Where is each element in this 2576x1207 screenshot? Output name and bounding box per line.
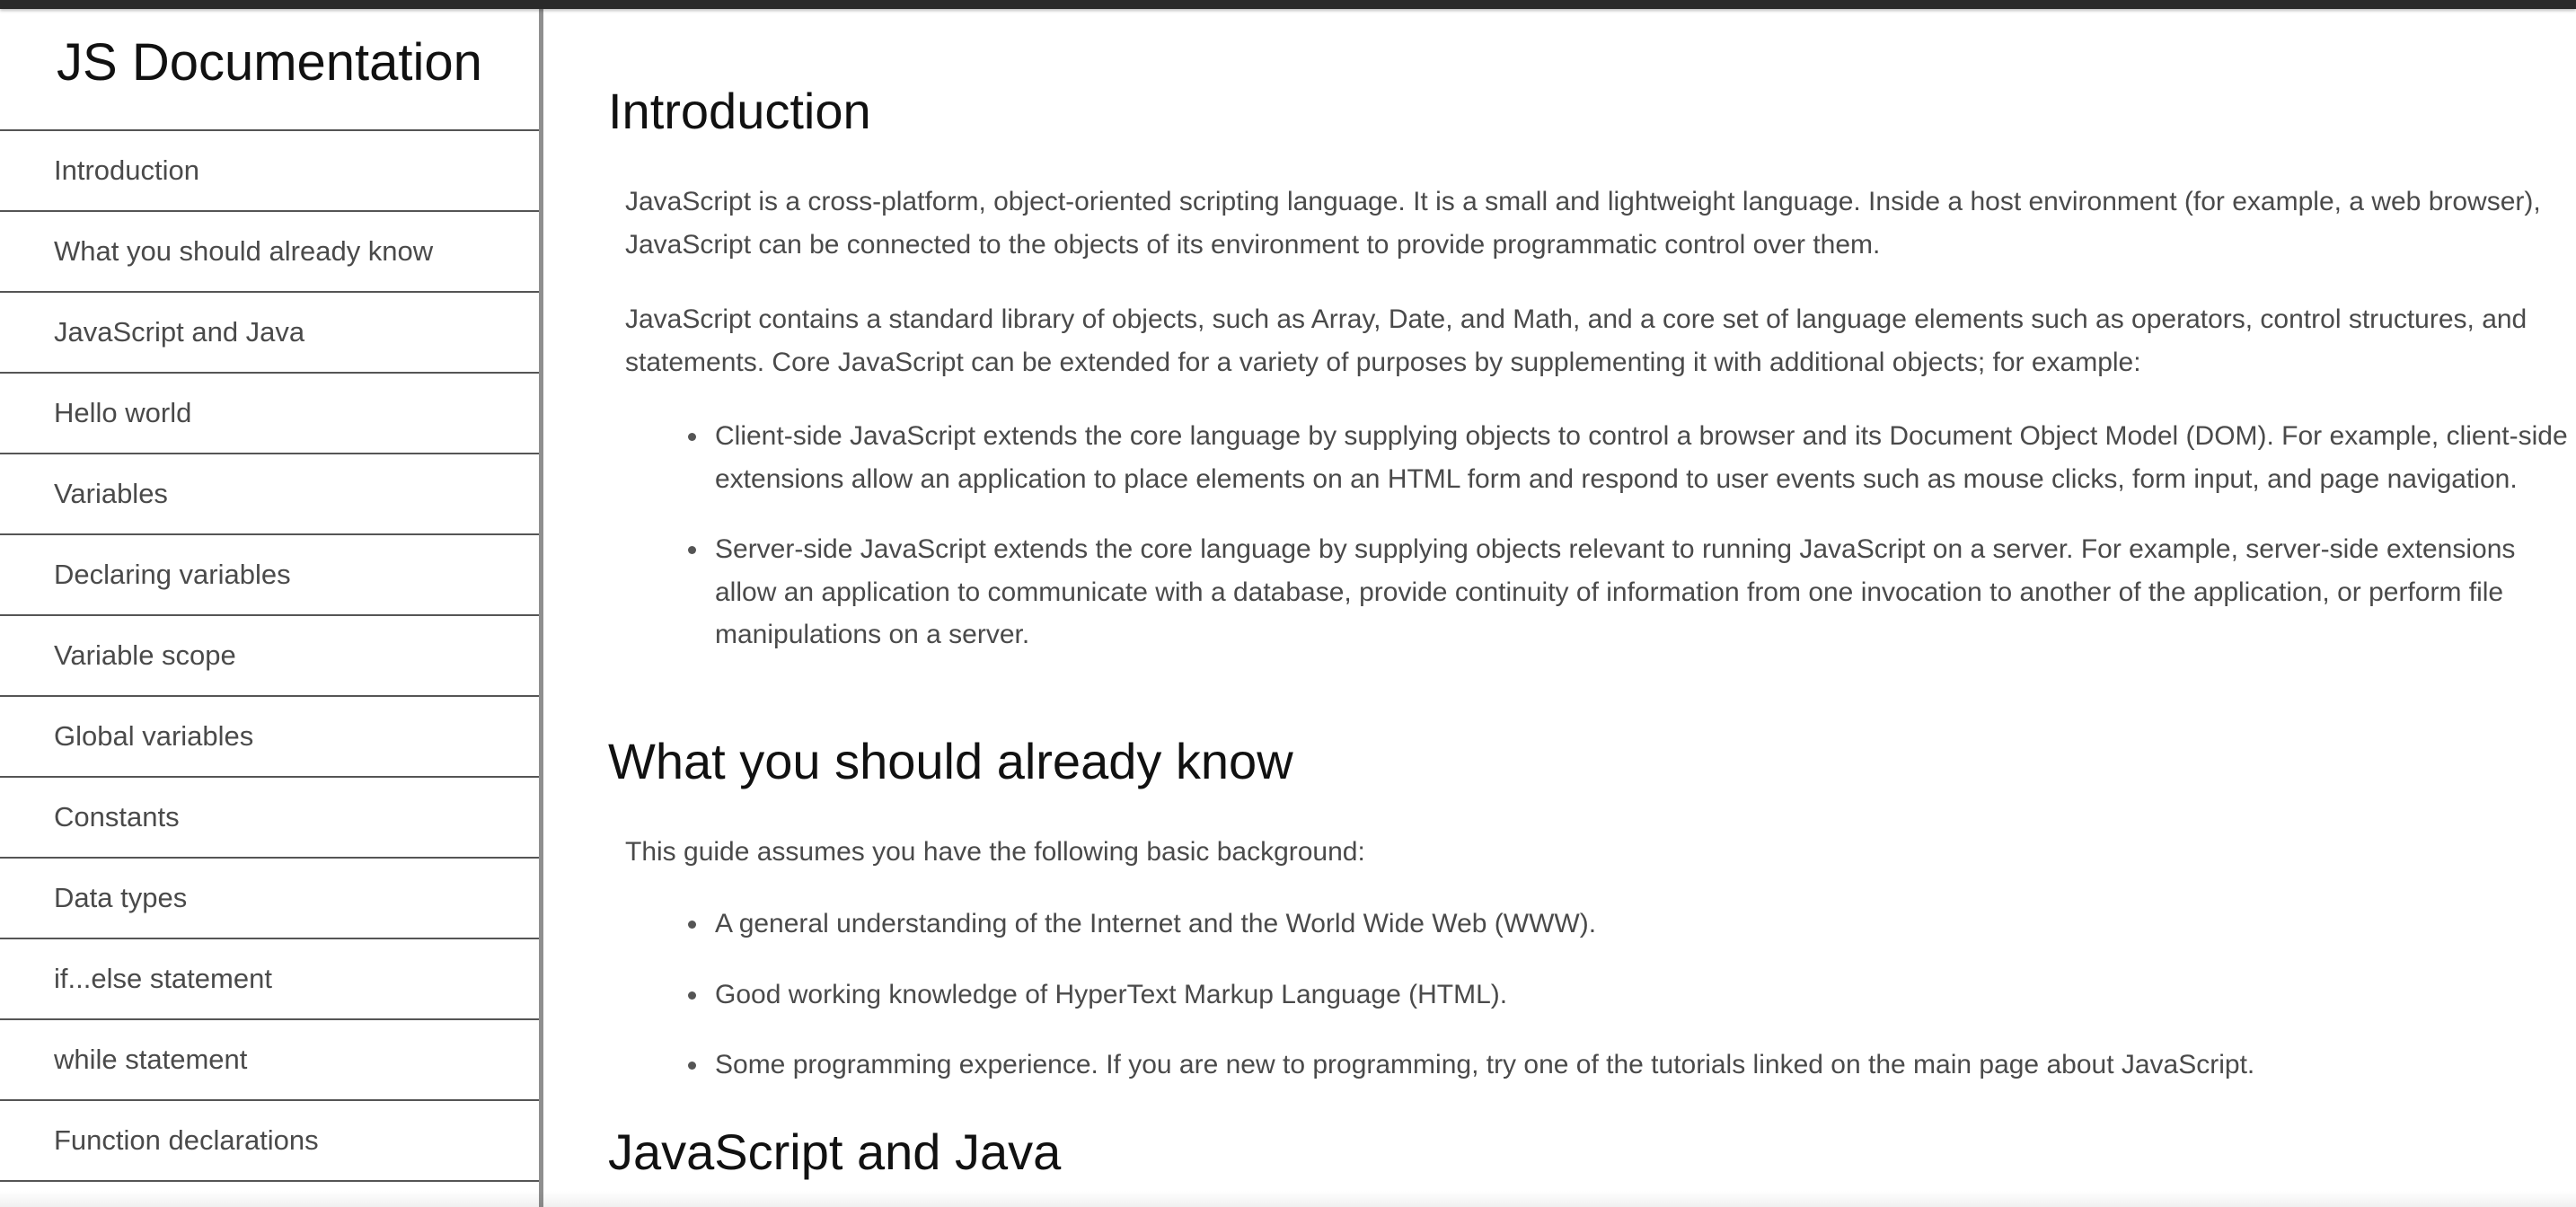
- nav-link-global-variables[interactable]: Global variables: [0, 697, 539, 778]
- nav-item: Variables: [0, 454, 539, 535]
- nav-link-declaring-variables[interactable]: Declaring variables: [0, 535, 539, 616]
- intro-paragraph-1: JavaScript is a cross-platform, object-o…: [625, 187, 2541, 260]
- nav-link-what-you-should-already-know[interactable]: What you should already know: [0, 212, 539, 293]
- navbar-title: JS Documentation: [0, 9, 539, 131]
- nav-link-variable-scope[interactable]: Variable scope: [0, 616, 539, 697]
- intro-bullet-list: Client-side JavaScript extends the core …: [688, 415, 2574, 656]
- nav-link-introduction[interactable]: Introduction: [0, 131, 539, 212]
- nav-link-while-statement[interactable]: while statement: [0, 1020, 539, 1101]
- section-heading-javascript-and-java: JavaScript and Java: [608, 1123, 1062, 1180]
- nav-list: Introduction What you should already kno…: [0, 131, 539, 1182]
- nav-link-function-declarations[interactable]: Function declarations: [0, 1101, 539, 1182]
- nav-link-hello-world[interactable]: Hello world: [0, 374, 539, 454]
- know-bullet-item: A general understanding of the Internet …: [688, 903, 2574, 946]
- know-bullet-list: A general understanding of the Internet …: [688, 903, 2574, 1087]
- nav-item: Introduction: [0, 131, 539, 212]
- main-doc: Introduction JavaScript is a cross-platf…: [543, 9, 2576, 1207]
- nav-item: while statement: [0, 1020, 539, 1101]
- nav-item: Data types: [0, 859, 539, 939]
- section-heading-what-you-should-already-know: What you should already know: [608, 733, 1293, 789]
- nav-item: Constants: [0, 778, 539, 859]
- window-top-bar: [0, 0, 2576, 9]
- know-bullet-item: Some programming experience. If you are …: [688, 1044, 2574, 1087]
- nav-link-if-else-statement[interactable]: if...else statement: [0, 939, 539, 1020]
- section-heading-introduction: Introduction: [608, 83, 871, 139]
- know-bullet-item: Good working knowledge of HyperText Mark…: [688, 974, 2574, 1017]
- nav-link-variables[interactable]: Variables: [0, 454, 539, 535]
- nav-item: Hello world: [0, 374, 539, 454]
- navbar: JS Documentation Introduction What you s…: [0, 9, 543, 1207]
- nav-item: Global variables: [0, 697, 539, 778]
- intro-paragraph-2: JavaScript contains a standard library o…: [625, 304, 2527, 377]
- intro-bullet-item: Client-side JavaScript extends the core …: [688, 415, 2574, 500]
- nav-link-data-types[interactable]: Data types: [0, 859, 539, 939]
- intro-bullet-item: Server-side JavaScript extends the core …: [688, 528, 2574, 656]
- nav-item: if...else statement: [0, 939, 539, 1020]
- nav-item: Function declarations: [0, 1101, 539, 1182]
- nav-link-javascript-and-java[interactable]: JavaScript and Java: [0, 293, 539, 374]
- nav-link-constants[interactable]: Constants: [0, 778, 539, 859]
- nav-item: Variable scope: [0, 616, 539, 697]
- nav-item: Declaring variables: [0, 535, 539, 616]
- nav-item: JavaScript and Java: [0, 293, 539, 374]
- know-paragraph-1: This guide assumes you have the followin…: [625, 837, 1365, 867]
- nav-item: What you should already know: [0, 212, 539, 293]
